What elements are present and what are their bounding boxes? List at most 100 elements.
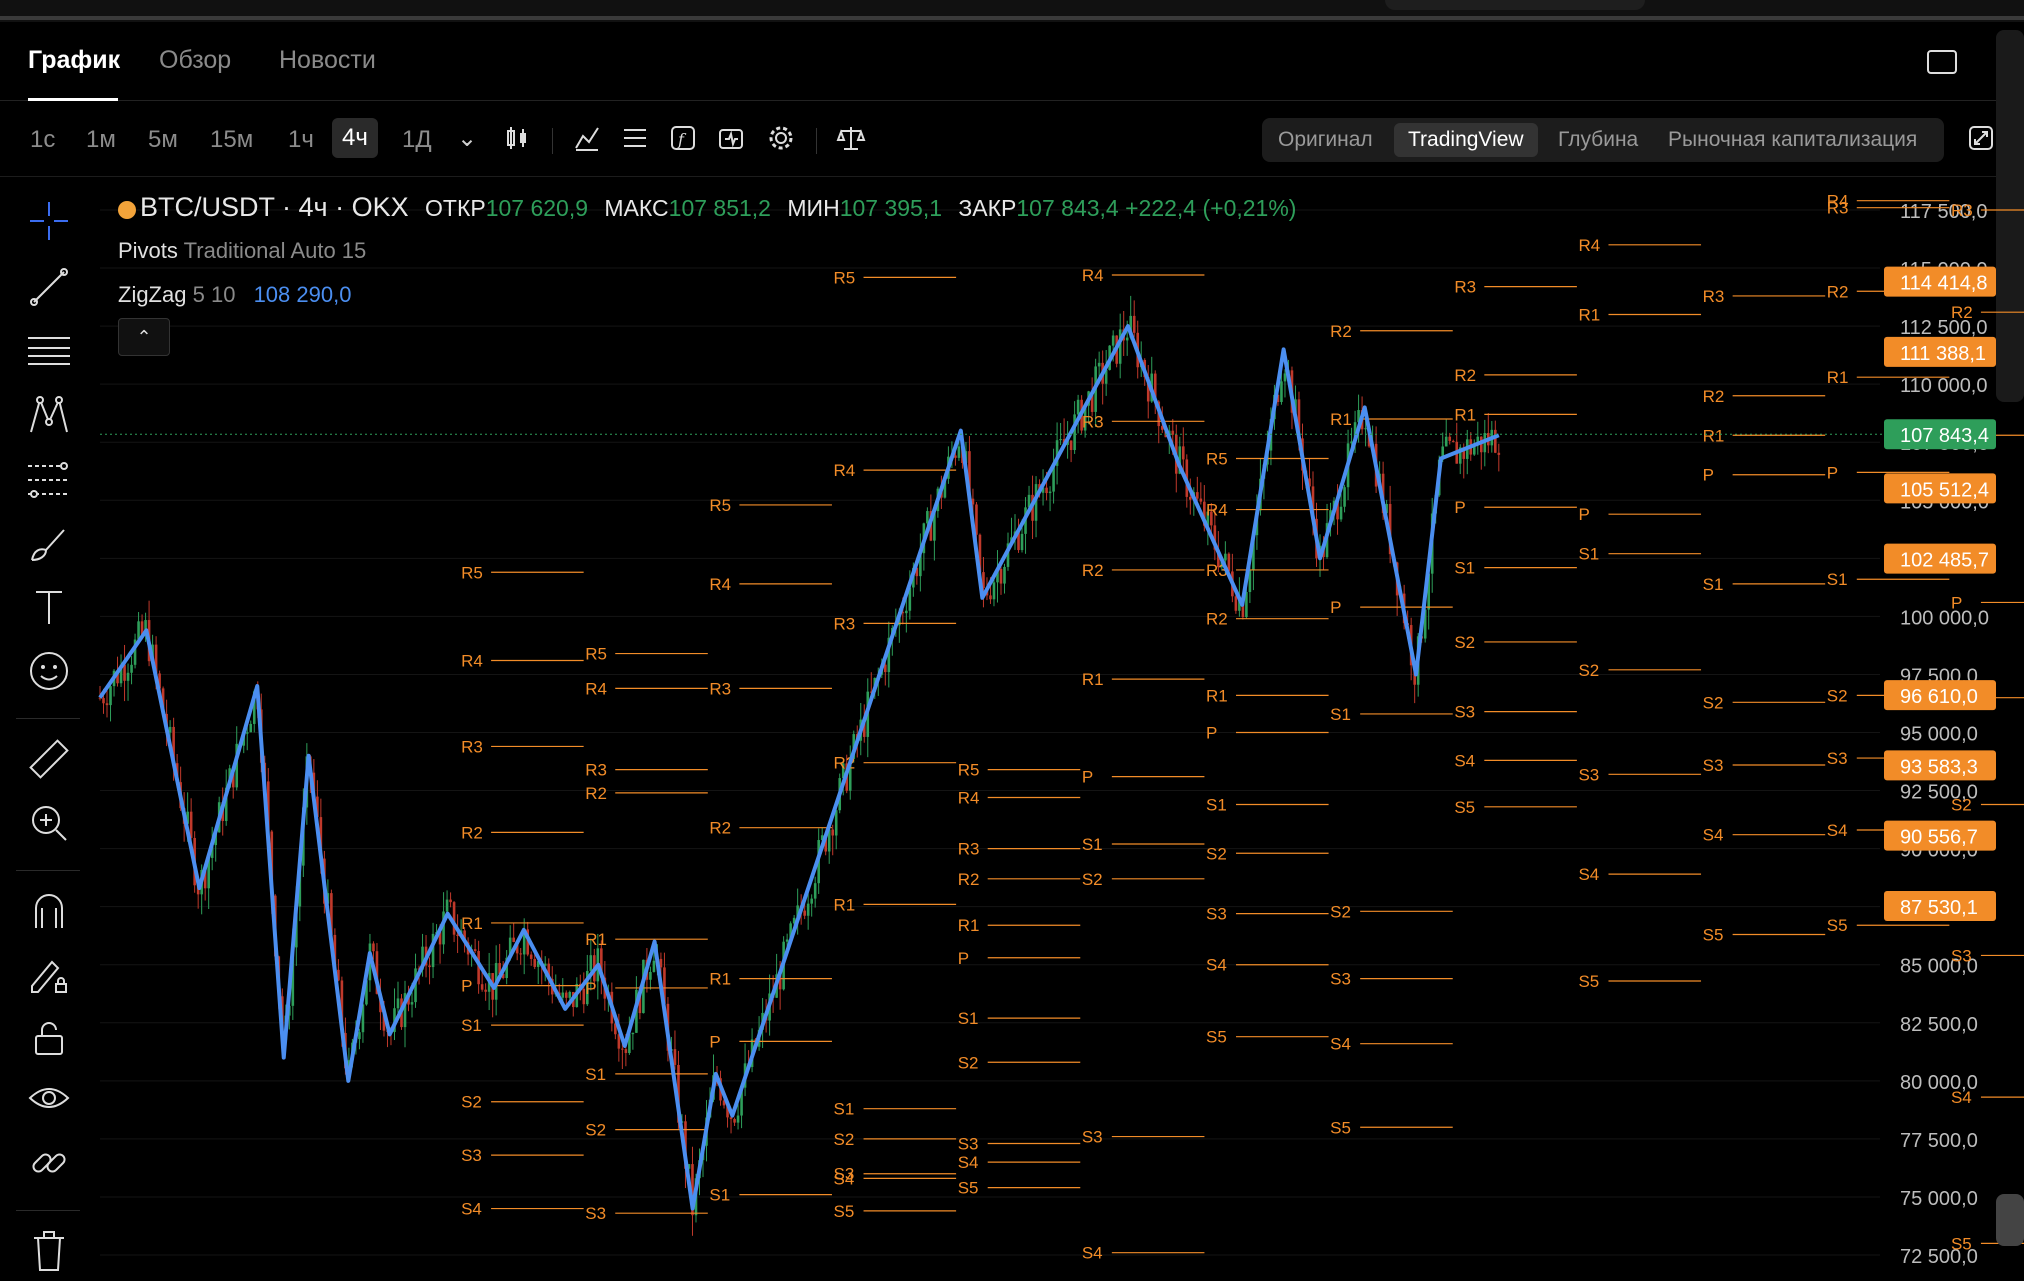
candle-body bbox=[621, 1048, 624, 1050]
unlock-icon[interactable] bbox=[26, 1014, 72, 1060]
pivot-level-label: R2 bbox=[1703, 387, 1725, 406]
candle-body bbox=[999, 568, 1003, 584]
timeframe-1s[interactable]: 1с bbox=[30, 126, 55, 154]
candle-body bbox=[652, 960, 656, 972]
pivot-level-label: S2 bbox=[1454, 633, 1475, 652]
close-value: 107 843,4 bbox=[1016, 195, 1119, 221]
timeframe-5m[interactable]: 5м bbox=[148, 126, 178, 154]
ruler-icon[interactable] bbox=[26, 736, 72, 782]
pivot-level-label: S3 bbox=[1454, 703, 1475, 722]
window-icon[interactable] bbox=[1927, 50, 1957, 74]
list-icon[interactable] bbox=[620, 124, 650, 154]
y-tick-label: 100 000,0 bbox=[1900, 607, 1989, 629]
chart-canvas[interactable]: 117 500,0115 000,0112 500,0110 000,0107 … bbox=[0, 180, 2024, 1276]
brush-icon[interactable] bbox=[26, 520, 72, 566]
high-label: МАКС bbox=[604, 195, 669, 221]
trash-icon[interactable] bbox=[26, 1226, 72, 1272]
pivot-level-label: S4 bbox=[1206, 956, 1227, 975]
view-original[interactable]: Оригинал bbox=[1278, 128, 1373, 152]
pivot-level-label: S2 bbox=[1330, 902, 1351, 921]
pivot-level-label: P bbox=[1827, 463, 1838, 482]
candle-body bbox=[473, 949, 477, 951]
price-chart[interactable]: 117 500,0115 000,0112 500,0110 000,0107 … bbox=[0, 180, 2024, 1276]
pivot-level-label: S4 bbox=[461, 1200, 482, 1219]
collapse-legend-button[interactable]: ⌃ bbox=[118, 318, 170, 356]
candle-body bbox=[519, 953, 522, 955]
link-icon[interactable] bbox=[26, 1140, 72, 1186]
view-market-cap[interactable]: Рыночная капитализация bbox=[1668, 128, 1917, 152]
candle-body bbox=[533, 958, 537, 967]
timeframe-1m[interactable]: 1м bbox=[86, 126, 116, 154]
sidebar-separator bbox=[16, 1210, 80, 1211]
candle-body bbox=[1199, 498, 1203, 502]
compare-scale-icon[interactable] bbox=[836, 124, 866, 154]
pivot-level-label: S2 bbox=[1578, 661, 1599, 680]
timeframe-15m[interactable]: 15м bbox=[210, 126, 253, 154]
pivot-level-label: R2 bbox=[958, 870, 980, 889]
candle-body bbox=[410, 1002, 414, 1005]
tab-bar: График Обзор Новости ··· bbox=[0, 20, 2024, 101]
magnet-icon[interactable] bbox=[26, 888, 72, 934]
view-depth[interactable]: Глубина bbox=[1558, 128, 1638, 152]
pivot-level-label: S4 bbox=[1578, 865, 1599, 884]
y-tick-label: 112 500,0 bbox=[1900, 317, 1988, 339]
timeframe-1d[interactable]: 1Д bbox=[402, 126, 432, 154]
tab-news[interactable]: Новости bbox=[279, 46, 376, 75]
tab-chart[interactable]: График bbox=[28, 46, 120, 75]
low-value: 107 395,1 bbox=[839, 195, 943, 221]
text-icon[interactable] bbox=[26, 584, 72, 630]
chevron-down-icon[interactable]: ⌄ bbox=[452, 124, 482, 154]
candle-body bbox=[428, 965, 431, 968]
pivot-level-label: S1 bbox=[1454, 559, 1475, 578]
candle-body bbox=[456, 934, 459, 937]
pivot-level-label: R1 bbox=[958, 916, 980, 935]
price-badge-label: 105 512,4 bbox=[1900, 479, 1989, 501]
pivot-level-label: S2 bbox=[834, 1130, 855, 1149]
pivots-indicator-row[interactable]: Pivots Traditional Auto 15 bbox=[118, 238, 366, 264]
function-icon[interactable]: f bbox=[668, 124, 698, 154]
indicators-icon[interactable] bbox=[572, 124, 602, 154]
zigzag-indicator-row[interactable]: ZigZag 5 10 108 290,0 bbox=[118, 282, 351, 308]
pivot-level-label: R3 bbox=[1082, 412, 1104, 431]
pivot-level-label: S1 bbox=[834, 1100, 855, 1119]
expand-icon[interactable] bbox=[1966, 124, 1996, 154]
candle-body bbox=[1364, 428, 1367, 430]
emoji-icon[interactable] bbox=[26, 648, 72, 694]
candle-body bbox=[806, 903, 810, 916]
candle-body bbox=[1224, 553, 1227, 561]
horizontal-lines-icon[interactable] bbox=[26, 328, 72, 374]
y-tick-label: 77 500,0 bbox=[1900, 1130, 1978, 1152]
pivot-level-label: R4 bbox=[709, 575, 731, 594]
candle-body bbox=[1343, 487, 1346, 507]
candle-body bbox=[1181, 446, 1185, 460]
candle-body bbox=[729, 1117, 733, 1120]
pivot-level-label: R2 bbox=[1827, 282, 1849, 301]
symbol-label[interactable]: BTC/USDT · 4ч · OKX bbox=[140, 192, 409, 222]
pivot-level-label: P bbox=[1951, 593, 1962, 612]
zoom-in-icon[interactable] bbox=[26, 800, 72, 846]
view-tradingview[interactable]: TradingView bbox=[1394, 123, 1538, 157]
scrollbar-thumb[interactable] bbox=[1996, 1194, 2024, 1246]
fib-icon[interactable] bbox=[26, 456, 72, 502]
tab-overview[interactable]: Обзор bbox=[159, 46, 231, 75]
timeframe-1h[interactable]: 1ч bbox=[288, 126, 314, 154]
candle-type-icon[interactable] bbox=[502, 124, 532, 154]
candle-body bbox=[1045, 487, 1048, 494]
pivot-level-label: R3 bbox=[461, 737, 483, 756]
candle-body bbox=[1283, 373, 1287, 382]
eye-icon[interactable] bbox=[26, 1076, 72, 1122]
pattern-icon[interactable] bbox=[26, 392, 72, 438]
crosshair-icon[interactable] bbox=[26, 198, 72, 244]
pivot-level-label: S1 bbox=[1703, 575, 1724, 594]
pivot-level-label: R4 bbox=[1578, 236, 1600, 255]
pivot-level-label: R2 bbox=[1454, 366, 1476, 385]
timeframe-4h[interactable]: 4ч bbox=[332, 118, 378, 158]
trend-line-icon[interactable] bbox=[26, 264, 72, 310]
pivot-level-label: S4 bbox=[834, 1169, 855, 1188]
replay-icon[interactable] bbox=[716, 124, 746, 154]
pivot-level-label: S3 bbox=[461, 1146, 482, 1165]
gear-icon[interactable] bbox=[766, 124, 796, 154]
pivot-level-label: R1 bbox=[461, 914, 483, 933]
lock-drawing-icon[interactable] bbox=[26, 952, 72, 998]
candle-body bbox=[105, 703, 109, 706]
